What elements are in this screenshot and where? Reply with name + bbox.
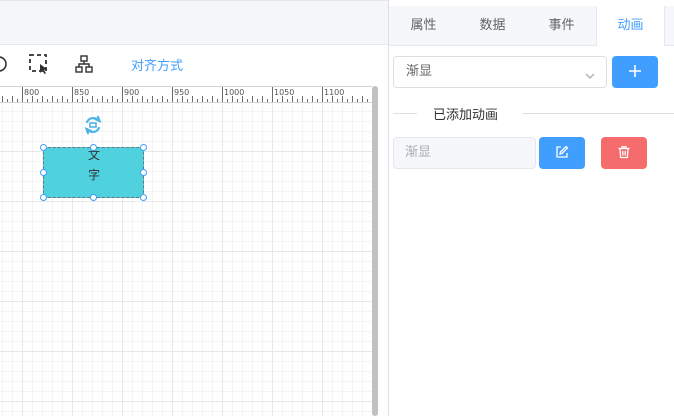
- toolbar: 对齐方式: [0, 45, 388, 83]
- added-animation-name: 渐显: [405, 145, 432, 160]
- ruler-label: 1000: [224, 88, 244, 97]
- delete-animation-button[interactable]: [601, 137, 647, 169]
- resize-handle-bottom[interactable]: [90, 194, 97, 201]
- panel-tabs: 属性 数据 事件 动画: [389, 6, 674, 46]
- animation-select[interactable]: 渐显: [393, 56, 607, 88]
- added-animations-divider: 已添加动画: [393, 103, 674, 123]
- ruler-label: 1100: [324, 88, 344, 97]
- trash-icon: [617, 144, 631, 163]
- resize-handle-right[interactable]: [140, 169, 147, 176]
- circle-tool-icon[interactable]: [0, 53, 10, 75]
- divider-line-right: [523, 113, 674, 114]
- plus-icon: [628, 63, 642, 82]
- edit-icon: [555, 144, 569, 163]
- hierarchy-icon[interactable]: [73, 53, 95, 75]
- tab-properties[interactable]: 属性: [389, 6, 458, 46]
- ruler-ticks: 800 850 900 950 1000 1050 1100: [2, 87, 368, 102]
- added-animation-name-field: 渐显: [393, 137, 536, 169]
- tab-animation[interactable]: 动画: [596, 6, 665, 46]
- tab-events[interactable]: 事件: [527, 6, 596, 46]
- ruler-label: 800: [24, 88, 39, 97]
- resize-handle-top-left[interactable]: [40, 144, 47, 151]
- ruler-label: 850: [74, 88, 89, 97]
- property-panel: 属性 数据 事件 动画 渐显 已添加动画 渐显: [389, 0, 674, 416]
- resize-handle-bottom-right[interactable]: [140, 194, 147, 201]
- rotate-icon[interactable]: [82, 114, 104, 136]
- divider-line-left: [393, 113, 417, 114]
- resize-handle-top-right[interactable]: [140, 144, 147, 151]
- text-element-label: 文字: [88, 148, 101, 182]
- canvas-vertical-scrollbar[interactable]: [372, 86, 378, 416]
- tab-data[interactable]: 数据: [458, 6, 527, 46]
- text-element[interactable]: 文字: [40, 144, 147, 201]
- select-area-icon[interactable]: [28, 53, 50, 75]
- ruler-label: 1050: [274, 88, 294, 97]
- align-menu-button[interactable]: 对齐方式: [131, 55, 183, 74]
- resize-handle-bottom-left[interactable]: [40, 194, 47, 201]
- animation-select-value: 渐显: [406, 64, 433, 79]
- horizontal-ruler: 800 850 900 950 1000 1050 1100: [0, 86, 372, 103]
- edit-animation-button[interactable]: [539, 137, 585, 169]
- ruler-label: 950: [174, 88, 189, 97]
- added-animations-title: 已添加动画: [433, 108, 499, 123]
- add-animation-button[interactable]: [612, 56, 658, 88]
- ruler-label: 900: [124, 88, 139, 97]
- resize-handle-top[interactable]: [90, 144, 97, 151]
- editor-top-strip: [0, 0, 388, 45]
- resize-handle-left[interactable]: [40, 169, 47, 176]
- chevron-down-icon: [584, 67, 596, 86]
